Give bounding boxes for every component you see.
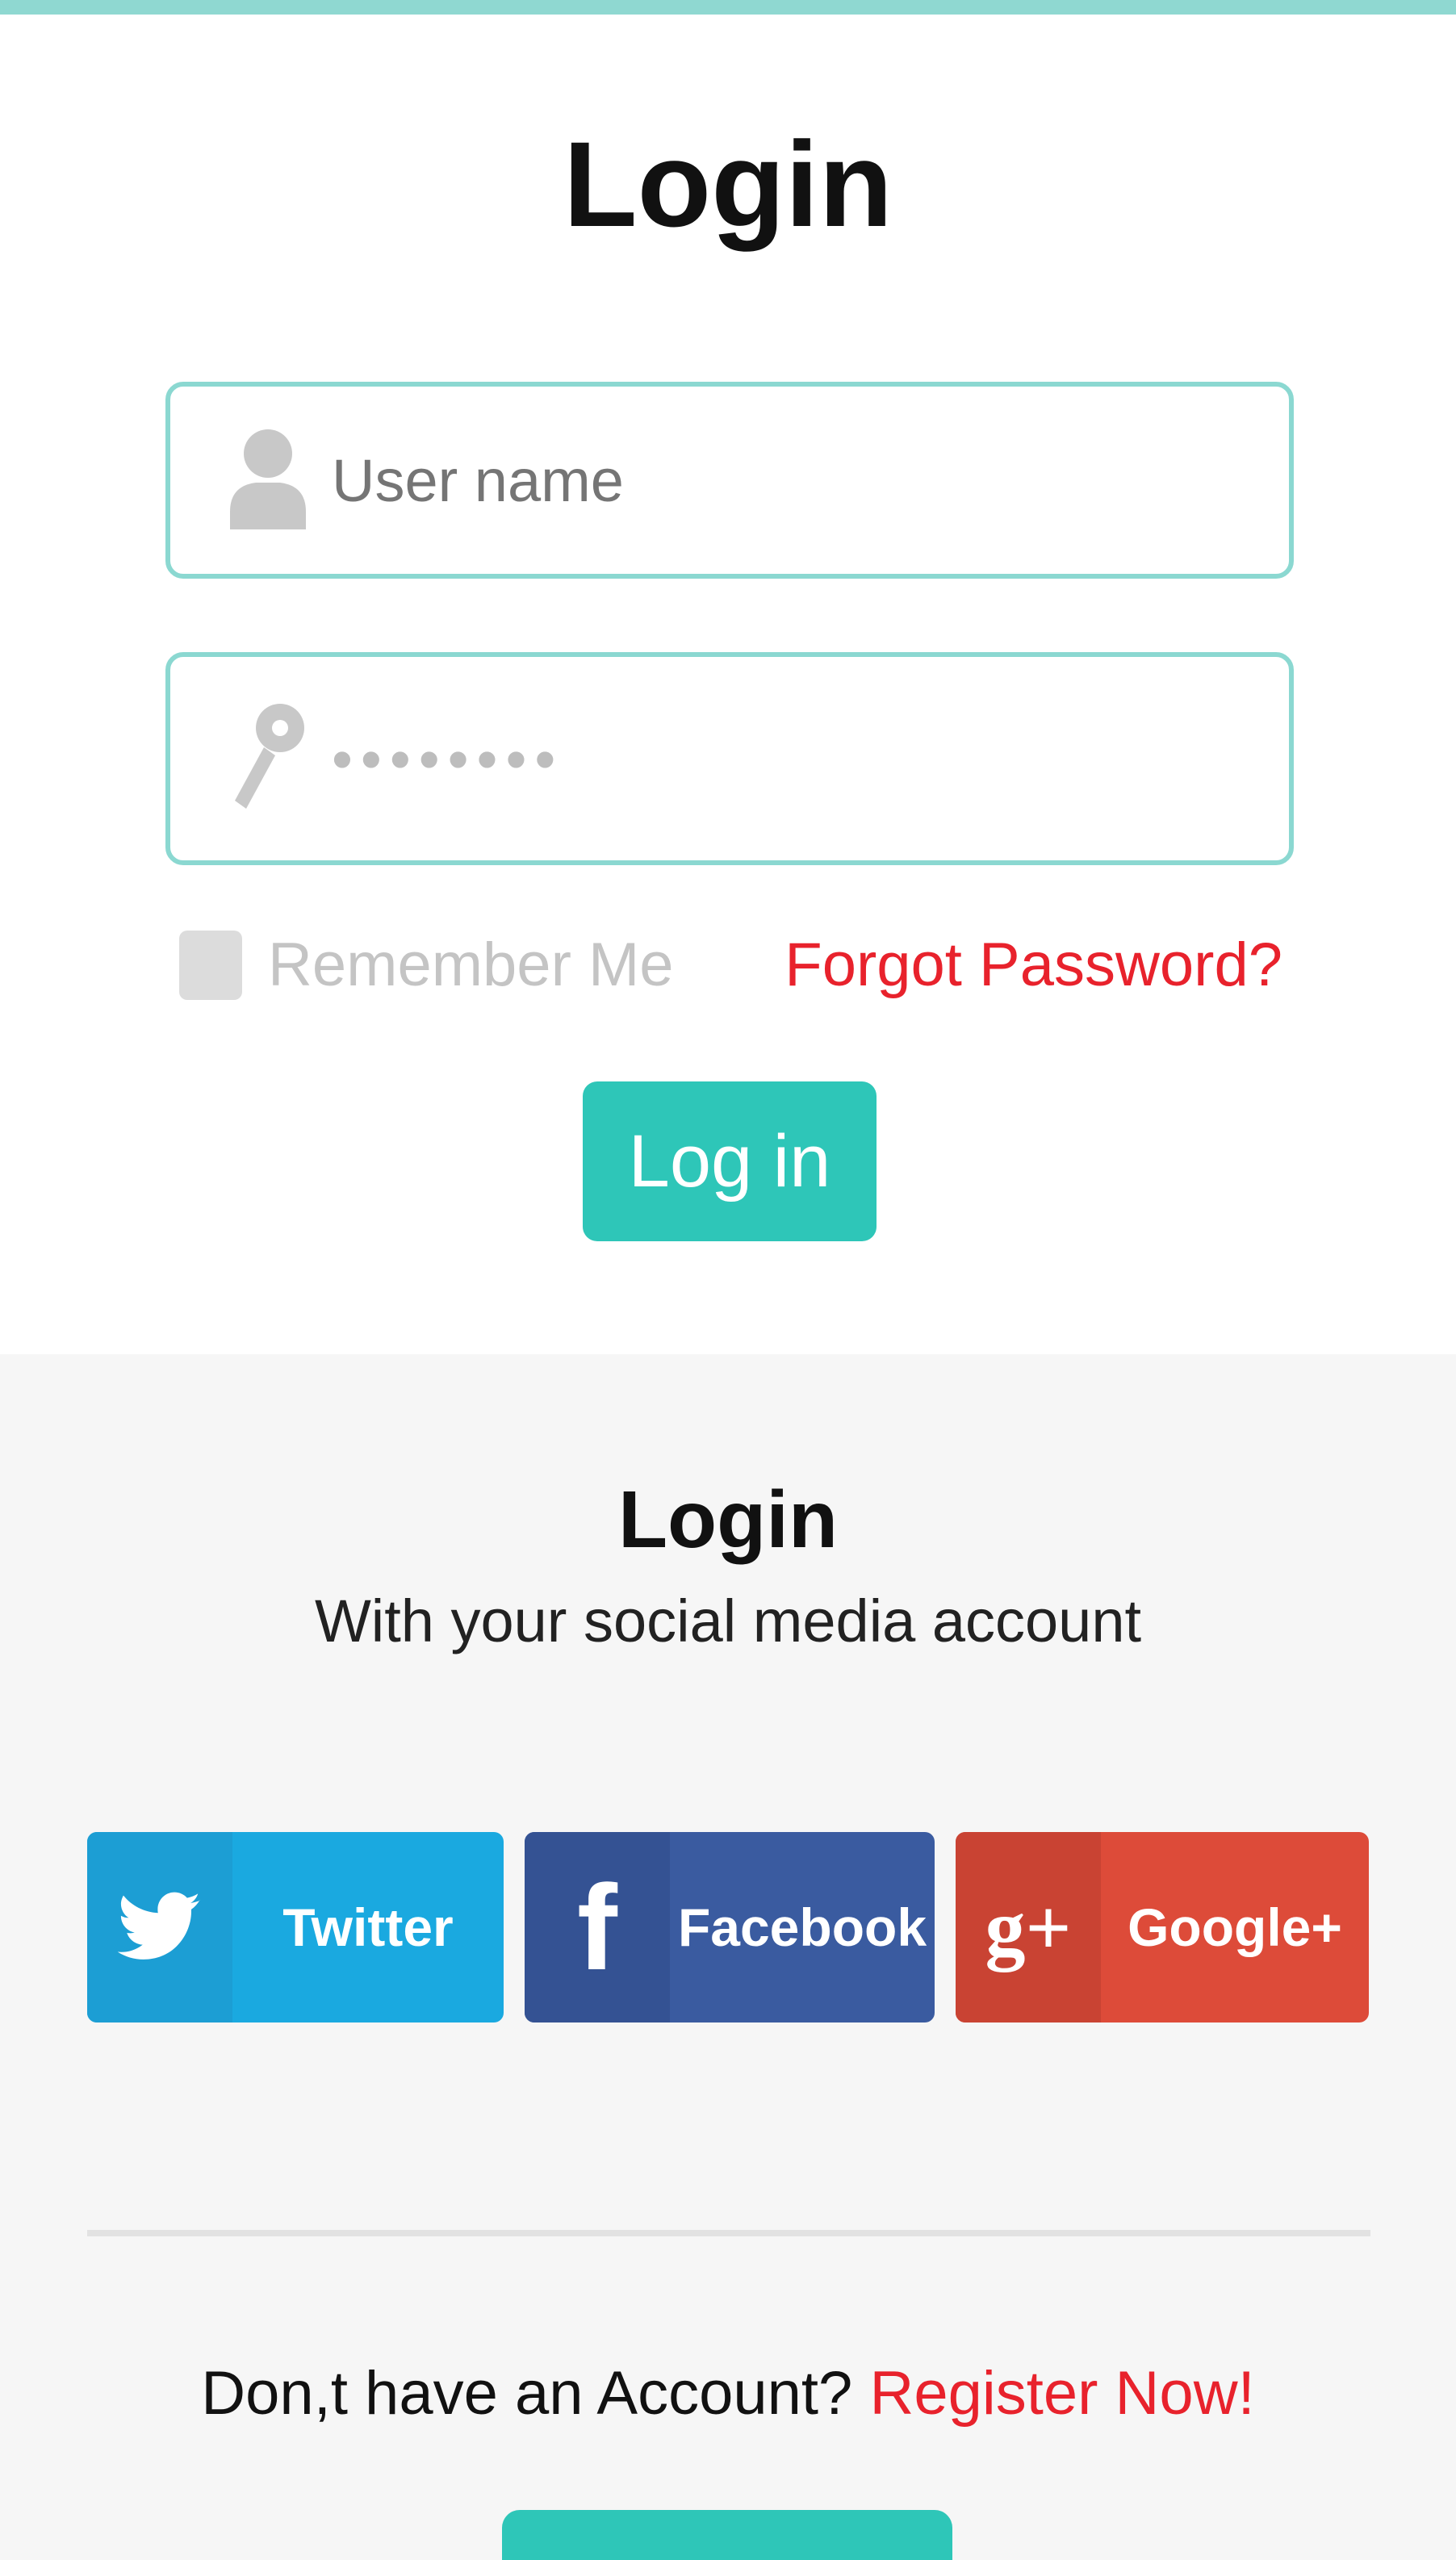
top-accent-bar xyxy=(0,0,1456,15)
social-login-subtitle: With your social media account xyxy=(314,1587,1142,1654)
register-prompt-row: Don,t have an Account? Register Now! xyxy=(0,2353,1456,2434)
username-input[interactable] xyxy=(332,387,1260,574)
facebook-icon: f xyxy=(525,1832,670,2022)
login-title: Login xyxy=(563,116,893,252)
register-button[interactable]: REGISTER xyxy=(502,2510,952,2560)
google-plus-icon: g+ xyxy=(956,1832,1101,2022)
twitter-icon xyxy=(87,1832,232,2022)
divider xyxy=(87,2230,1370,2236)
user-icon xyxy=(230,429,306,529)
username-field[interactable] xyxy=(165,382,1294,579)
login-page: Login Remember Me Forgot Password? Log i… xyxy=(0,0,1456,2560)
login-panel: Login Remember Me Forgot Password? Log i… xyxy=(0,15,1456,1354)
password-input[interactable] xyxy=(332,657,1260,860)
facebook-button-label: Facebook xyxy=(677,1897,927,1957)
remember-me-label: Remember Me xyxy=(268,931,674,999)
google-plus-button-label: Google+ xyxy=(1128,1897,1342,1957)
google-plus-button[interactable]: g+ Google+ xyxy=(956,1832,1369,2022)
key-icon xyxy=(235,704,304,809)
twitter-button-label: Twitter xyxy=(282,1897,454,1957)
social-login-title: Login xyxy=(617,1475,839,1565)
login-button[interactable]: Log in xyxy=(583,1081,877,1241)
facebook-button[interactable]: f Facebook xyxy=(525,1832,935,2022)
register-now-link[interactable]: Register Now! xyxy=(869,2359,1254,2428)
forgot-password-link[interactable]: Forgot Password? xyxy=(784,927,1282,1003)
twitter-button[interactable]: Twitter xyxy=(87,1832,504,2022)
social-login-panel: Login With your social media account Twi… xyxy=(0,1354,1456,2560)
password-field[interactable] xyxy=(165,652,1294,865)
register-prompt: Don,t have an Account? xyxy=(201,2359,853,2428)
remember-me[interactable]: Remember Me xyxy=(179,927,674,1003)
remember-me-checkbox[interactable] xyxy=(179,930,242,1000)
